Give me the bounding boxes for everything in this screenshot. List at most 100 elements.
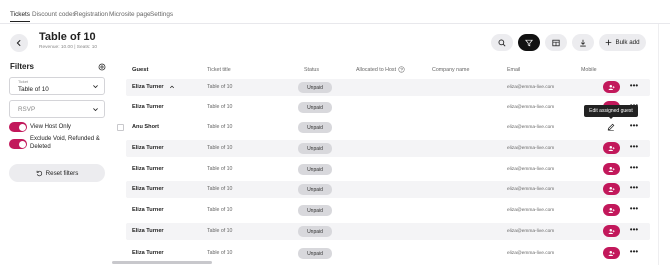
guest-name: Eliza Turner	[132, 166, 164, 172]
guest-name: Eliza Turner	[132, 145, 164, 151]
table-row[interactable]: Eliza Turner Table of 10 Unpaid eliza@em…	[126, 181, 650, 198]
add-user-icon	[608, 166, 615, 172]
download-icon	[580, 39, 586, 46]
more-icon[interactable]: •••	[629, 226, 639, 236]
table-row[interactable]: Eliza Turner Table of 10 Unpaid eliza@em…	[126, 245, 650, 262]
add-user-icon	[608, 228, 615, 234]
col-mobile[interactable]: Mobile	[581, 67, 597, 73]
tab-tickets[interactable]: Tickets	[10, 11, 31, 22]
col-ticket-title[interactable]: Ticket title	[207, 67, 231, 73]
col-email[interactable]: Email	[507, 67, 520, 73]
plus-icon	[606, 39, 612, 46]
bulk-add-label: Bulk add	[615, 39, 640, 46]
guest-name: Eliza Turner	[132, 250, 164, 256]
add-user-icon	[608, 145, 615, 151]
more-icon[interactable]: •••	[629, 184, 639, 194]
rsvp-select-placeholder: RSVP	[18, 106, 36, 113]
tab-microsite-page[interactable]: Microsite page	[109, 11, 151, 18]
download-button[interactable]	[572, 34, 594, 51]
guest-name: Eliza Turner	[132, 104, 164, 110]
table-row[interactable]: Eliza Turner Table of 10 Unpaid eliza@em…	[126, 202, 650, 219]
status-badge: Unpaid	[298, 248, 332, 259]
filter-button[interactable]	[518, 34, 540, 51]
chevron-down-icon	[93, 108, 98, 112]
columns-button[interactable]	[545, 34, 567, 51]
guest-email: eliza@emma-live.com	[507, 207, 555, 213]
more-icon[interactable]: •••	[629, 143, 639, 153]
table-row[interactable]: Anu Short Table of 10 Unpaid eliza@emma-…	[126, 119, 650, 136]
page-subtitle: Revenue: 10.00 | Seats: 10	[39, 45, 98, 50]
add-user-icon	[608, 207, 615, 213]
ticket-select-label: Ticket	[18, 80, 28, 84]
panel-divider	[658, 24, 659, 265]
guest-email: eliza@emma-live.com	[507, 84, 555, 90]
more-icon[interactable]: •••	[629, 122, 639, 132]
assign-guest-button[interactable]	[603, 163, 620, 175]
assign-guest-button[interactable]	[603, 142, 620, 154]
reset-filters-button[interactable]: Reset filters	[9, 164, 105, 182]
more-icon[interactable]: •••	[629, 82, 639, 92]
tab-settings[interactable]: Settings	[150, 11, 173, 18]
assign-guest-button[interactable]	[603, 81, 620, 93]
exclude-void-toggle[interactable]	[9, 139, 27, 149]
status-badge: Unpaid	[298, 205, 332, 216]
status-badge: Unpaid	[298, 143, 332, 154]
rsvp-select[interactable]: RSVP	[9, 100, 105, 118]
guest-email: eliza@emma-live.com	[507, 228, 555, 234]
search-icon	[498, 39, 506, 47]
ticket-title: Table of 10	[207, 207, 233, 213]
view-host-only-toggle[interactable]	[9, 122, 27, 132]
guest-name: Eliza Turner	[132, 186, 164, 192]
more-icon[interactable]: •••	[629, 248, 639, 258]
status-badge: Unpaid	[298, 184, 332, 195]
bulk-add-button[interactable]: Bulk add	[599, 34, 646, 51]
back-button[interactable]	[10, 34, 28, 52]
edit-assigned-guest-tooltip: Edit assigned guest	[584, 105, 638, 119]
reset-icon	[36, 170, 42, 176]
filter-icon	[525, 39, 533, 46]
ticket-title: Table of 10	[207, 104, 233, 110]
table-row[interactable]: Eliza Turner Table of 10 Unpaid eliza@em…	[126, 79, 650, 96]
ticket-select-value: Table of 10	[18, 85, 49, 93]
tab-discount-codes[interactable]: Discount codes	[32, 11, 76, 18]
status-badge: Unpaid	[298, 164, 332, 175]
col-guest[interactable]: Guest	[132, 67, 148, 73]
ticket-title: Table of 10	[207, 84, 233, 90]
guest-email: eliza@emma-live.com	[507, 145, 555, 151]
guest-email: eliza@emma-live.com	[507, 104, 555, 110]
col-status[interactable]: Status	[304, 67, 319, 73]
tab-registration[interactable]: Registration	[74, 11, 108, 18]
add-user-icon	[608, 250, 615, 256]
chevron-up-icon[interactable]	[169, 84, 175, 90]
ticket-title: Table of 10	[207, 145, 233, 151]
guest-email: eliza@emma-live.com	[507, 250, 555, 256]
edit-icon[interactable]	[607, 123, 615, 131]
assign-guest-button[interactable]	[603, 247, 620, 259]
table-row[interactable]: Eliza Turner Table of 10 Unpaid eliza@em…	[126, 223, 650, 240]
reset-filters-label: Reset filters	[45, 169, 79, 177]
col-company-name[interactable]: Company name	[432, 67, 469, 73]
assign-guest-button[interactable]	[603, 204, 620, 216]
ticket-title: Table of 10	[207, 124, 233, 130]
table-row[interactable]: Eliza Turner Table of 10 Unpaid eliza@em…	[126, 99, 650, 116]
more-icon[interactable]: •••	[629, 205, 639, 215]
status-badge: Unpaid	[298, 122, 332, 133]
assign-guest-button[interactable]	[603, 225, 620, 237]
table-row[interactable]: Eliza Turner Table of 10 Unpaid eliza@em…	[126, 161, 650, 178]
table-row[interactable]: Eliza Turner Table of 10 Unpaid eliza@em…	[126, 140, 650, 157]
chevron-left-icon	[16, 39, 21, 47]
horizontal-scrollbar[interactable]	[112, 261, 212, 264]
guest-name: Eliza Turner	[132, 84, 164, 90]
row-checkbox[interactable]	[117, 124, 124, 131]
help-icon[interactable]	[398, 66, 405, 73]
col-allocated-to-host[interactable]: Allocated to Host	[356, 67, 396, 73]
ticket-title: Table of 10	[207, 186, 233, 192]
assign-guest-button[interactable]	[603, 183, 620, 195]
guest-name: Eliza Turner	[132, 207, 164, 213]
search-button[interactable]	[491, 34, 513, 51]
filter-settings-icon[interactable]	[98, 63, 106, 71]
ticket-select[interactable]: Ticket Table of 10	[9, 77, 105, 95]
guest-email: eliza@emma-live.com	[507, 124, 555, 130]
more-icon[interactable]: •••	[629, 164, 639, 174]
filters-title: Filters	[10, 62, 35, 71]
